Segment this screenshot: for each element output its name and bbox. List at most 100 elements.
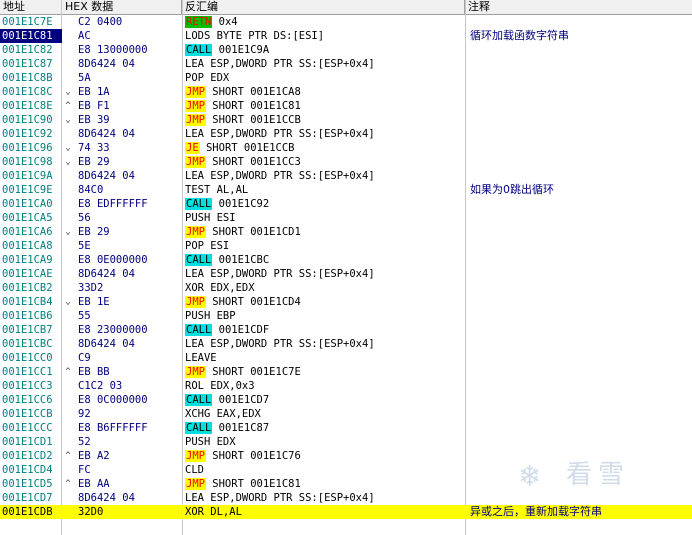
hex-cell[interactable]: EB 29 <box>78 225 182 239</box>
disasm-cell[interactable]: JMP SHORT 001E1C81 <box>185 99 465 113</box>
hex-cell[interactable]: E8 0C000000 <box>78 393 182 407</box>
disasm-cell[interactable]: LEAVE <box>185 351 465 365</box>
address-cell[interactable]: 001E1C87 <box>0 57 62 71</box>
disasm-cell[interactable]: JMP SHORT 001E1CCB <box>185 113 465 127</box>
address-cell[interactable]: 001E1C81 <box>0 29 62 43</box>
disasm-cell[interactable]: PUSH EDX <box>185 435 465 449</box>
hex-cell[interactable]: EB BB <box>78 365 182 379</box>
table-row[interactable]: 001E1CC1 ^ EB BB JMP SHORT 001E1C7E <box>0 365 692 379</box>
address-cell[interactable]: 001E1C7E <box>0 15 62 29</box>
table-row[interactable]: 001E1C87 8D6424 04 LEA ESP,DWORD PTR SS:[E… <box>0 57 692 71</box>
comment-cell[interactable] <box>468 169 692 183</box>
table-row[interactable]: 001E1C92 8D6424 04 LEA ESP,DWORD PTR SS:[E… <box>0 127 692 141</box>
comment-cell[interactable] <box>468 253 692 267</box>
disasm-cell[interactable]: XOR EDX,EDX <box>185 281 465 295</box>
table-row[interactable]: 001E1CBC 8D6424 04 LEA ESP,DWORD PTR SS:[E… <box>0 337 692 351</box>
hex-cell[interactable]: 5A <box>78 71 182 85</box>
address-cell[interactable]: 001E1CA9 <box>0 253 62 267</box>
disasm-cell[interactable]: LEA ESP,DWORD PTR SS:[ESP+0x4] <box>185 267 465 281</box>
disasm-cell[interactable]: CLD <box>185 463 465 477</box>
hex-cell[interactable]: EB 39 <box>78 113 182 127</box>
comment-cell[interactable] <box>468 379 692 393</box>
hex-cell[interactable]: 32D0 <box>78 505 182 519</box>
header-hex[interactable]: HEX 数据 <box>62 0 182 14</box>
comment-cell[interactable] <box>468 281 692 295</box>
address-cell[interactable]: 001E1CD5 <box>0 477 62 491</box>
hex-cell[interactable]: C1C2 03 <box>78 379 182 393</box>
table-row[interactable]: 001E1CB6 55 PUSH EBP <box>0 309 692 323</box>
header-disasm[interactable]: 反汇编 <box>182 0 465 14</box>
disasm-cell[interactable]: LEA ESP,DWORD PTR SS:[ESP+0x4] <box>185 127 465 141</box>
disasm-cell[interactable]: CALL 001E1C9A <box>185 43 465 57</box>
comment-cell[interactable] <box>468 71 692 85</box>
hex-cell[interactable]: E8 B6FFFFFF <box>78 421 182 435</box>
disasm-cell[interactable]: LEA ESP,DWORD PTR SS:[ESP+0x4] <box>185 169 465 183</box>
table-row[interactable]: 001E1CC3 C1C2 03 ROL EDX,0x3 <box>0 379 692 393</box>
hex-cell[interactable]: E8 EDFFFFFF <box>78 197 182 211</box>
address-cell[interactable]: 001E1C90 <box>0 113 62 127</box>
hex-cell[interactable]: 5E <box>78 239 182 253</box>
hex-cell[interactable]: EB 1A <box>78 85 182 99</box>
address-cell[interactable]: 001E1CC3 <box>0 379 62 393</box>
disasm-cell[interactable]: LEA ESP,DWORD PTR SS:[ESP+0x4] <box>185 57 465 71</box>
hex-cell[interactable]: E8 13000000 <box>78 43 182 57</box>
disasm-cell[interactable]: POP ESI <box>185 239 465 253</box>
hex-cell[interactable]: 56 <box>78 211 182 225</box>
disasm-cell[interactable]: CALL 001E1C92 <box>185 197 465 211</box>
hex-cell[interactable]: E8 0E000000 <box>78 253 182 267</box>
comment-cell[interactable] <box>468 141 692 155</box>
table-row[interactable]: 001E1CB7 E8 23000000 CALL 001E1CDF <box>0 323 692 337</box>
address-cell[interactable]: 001E1C98 <box>0 155 62 169</box>
disasm-cell[interactable]: CALL 001E1CBC <box>185 253 465 267</box>
comment-cell[interactable]: 如果为0跳出循环 <box>468 183 692 197</box>
disasm-cell[interactable]: JMP SHORT 001E1CA8 <box>185 85 465 99</box>
comment-cell[interactable] <box>468 337 692 351</box>
comment-cell[interactable] <box>468 295 692 309</box>
table-row[interactable]: 001E1C8E ^ EB F1 JMP SHORT 001E1C81 <box>0 99 692 113</box>
address-cell[interactable]: 001E1CA8 <box>0 239 62 253</box>
hex-cell[interactable]: C2 0400 <box>78 15 182 29</box>
table-row[interactable]: 001E1CA6 ⌄ EB 29 JMP SHORT 001E1CD1 <box>0 225 692 239</box>
table-row[interactable]: 001E1CD1 52 PUSH EDX <box>0 435 692 449</box>
table-row[interactable]: 001E1CB2 33D2 XOR EDX,EDX <box>0 281 692 295</box>
address-cell[interactable]: 001E1CD1 <box>0 435 62 449</box>
hex-cell[interactable]: C9 <box>78 351 182 365</box>
address-cell[interactable]: 001E1CA6 <box>0 225 62 239</box>
comment-cell[interactable] <box>468 57 692 71</box>
address-cell[interactable]: 001E1CB7 <box>0 323 62 337</box>
comment-cell[interactable] <box>468 323 692 337</box>
address-cell[interactable]: 001E1C8C <box>0 85 62 99</box>
disasm-cell[interactable]: POP EDX <box>185 71 465 85</box>
comment-cell[interactable] <box>468 351 692 365</box>
address-cell[interactable]: 001E1C9E <box>0 183 62 197</box>
comment-cell[interactable]: 异或之后，重新加载字符串 <box>468 505 692 519</box>
hex-cell[interactable]: EB A2 <box>78 449 182 463</box>
disasm-cell[interactable]: CALL 001E1CD7 <box>185 393 465 407</box>
address-cell[interactable]: 001E1CA0 <box>0 197 62 211</box>
disasm-cell[interactable]: JMP SHORT 001E1C76 <box>185 449 465 463</box>
table-row[interactable]: 001E1CCC E8 B6FFFFFF CALL 001E1C87 <box>0 421 692 435</box>
address-cell[interactable]: 001E1CC6 <box>0 393 62 407</box>
disasm-cell[interactable]: JMP SHORT 001E1CD4 <box>185 295 465 309</box>
header-comment[interactable]: 注释 <box>465 0 692 14</box>
disasm-cell[interactable]: ROL EDX,0x3 <box>185 379 465 393</box>
comment-cell[interactable] <box>468 99 692 113</box>
table-row[interactable]: 001E1CC6 E8 0C000000 CALL 001E1CD7 <box>0 393 692 407</box>
hex-cell[interactable]: 8D6424 04 <box>78 267 182 281</box>
address-cell[interactable]: 001E1C9A <box>0 169 62 183</box>
table-row[interactable]: 001E1C82 E8 13000000 CALL 001E1C9A <box>0 43 692 57</box>
hex-cell[interactable]: 8D6424 04 <box>78 491 182 505</box>
table-row[interactable]: 001E1C9A 8D6424 04 LEA ESP,DWORD PTR SS:[E… <box>0 169 692 183</box>
comment-cell[interactable] <box>468 239 692 253</box>
hex-cell[interactable]: FC <box>78 463 182 477</box>
comment-cell[interactable] <box>468 225 692 239</box>
comment-cell[interactable] <box>468 15 692 29</box>
comment-cell[interactable] <box>468 435 692 449</box>
disasm-cell[interactable]: JMP SHORT 001E1C7E <box>185 365 465 379</box>
address-cell[interactable]: 001E1CD2 <box>0 449 62 463</box>
disasm-cell[interactable]: PUSH EBP <box>185 309 465 323</box>
disasm-cell[interactable]: CALL 001E1C87 <box>185 421 465 435</box>
disasm-cell[interactable]: TEST AL,AL <box>185 183 465 197</box>
table-row[interactable]: 001E1C98 ⌄ EB 29 JMP SHORT 001E1CC3 <box>0 155 692 169</box>
table-row[interactable]: 001E1C9E 84C0 TEST AL,AL 如果为0跳出循环 <box>0 183 692 197</box>
